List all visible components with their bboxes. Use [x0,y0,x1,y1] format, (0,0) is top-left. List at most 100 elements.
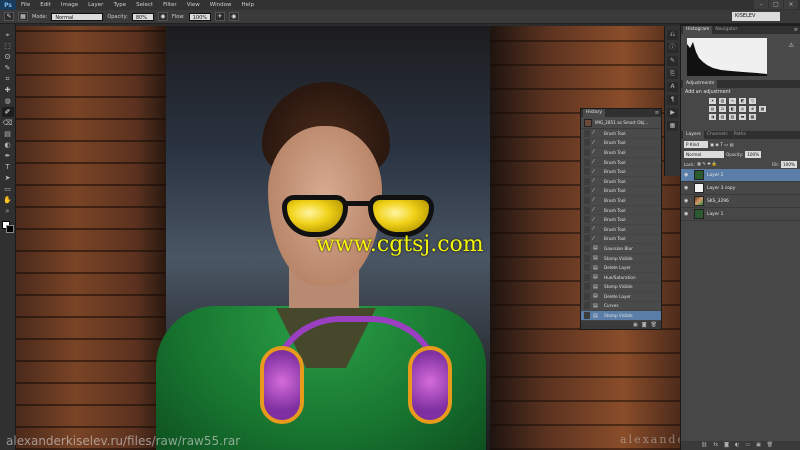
background-color-swatch[interactable] [6,225,14,233]
history-item[interactable]: ⁄ Brush Tool [581,225,661,235]
trash-icon[interactable]: 🗑 [651,321,657,329]
history-checkbox[interactable] [584,139,590,147]
history-item[interactable]: ▤ Gaussian Blur [581,244,661,254]
levels-icon[interactable]: ▥ [719,98,726,104]
brush-panel-icon[interactable]: ▦ [18,12,28,21]
filter-icons[interactable]: ▣ ◉ T ▭ ▤ [710,142,733,147]
layer-name[interactable]: Layer 3 copy [707,186,735,191]
menu-select[interactable]: Select [131,0,158,10]
tab-layers[interactable]: Layers [683,131,704,139]
threshold-icon[interactable]: ▨ [729,114,736,120]
history-item[interactable]: ⁄ Brush Tool [581,158,661,168]
history-checkbox[interactable] [584,312,590,320]
layer-kind-filter[interactable]: P Kind [684,140,708,148]
invert-icon[interactable]: ◑ [709,114,716,120]
history-item[interactable]: ▤ Delete Layer [581,292,661,302]
tab-channels[interactable]: Channels [704,131,731,139]
brush-tool-icon[interactable]: ✐ [1,107,14,117]
history-item[interactable]: ▤ Stamp Visible [581,254,661,264]
hue-saturation-icon[interactable]: ▤ [709,106,716,112]
airbrush-icon[interactable]: ✈ [214,12,225,21]
menu-type[interactable]: Type [108,0,131,10]
history-checkbox[interactable] [584,196,590,204]
brush-preset-icon[interactable]: ✎ [4,12,14,21]
menu-view[interactable]: View [182,0,205,10]
layer-row[interactable]: ◉ SKS_3296 [681,195,800,208]
history-item[interactable]: ⁄ Brush Tool [581,196,661,206]
curves-icon[interactable]: ∿ [729,98,736,104]
history-checkbox[interactable] [584,225,590,233]
eraser-tool-icon[interactable]: ⌫ [2,118,14,128]
brush-presets-icon[interactable]: ✎ [667,56,678,66]
info-panel-icon[interactable]: ⓘ [667,43,678,53]
eyedropper-tool-icon[interactable]: ✚ [2,85,14,95]
history-item[interactable]: ⁄ Brush Tool [581,206,661,216]
paragraph-panel-icon[interactable]: ¶ [667,95,678,105]
visibility-eye-icon[interactable]: ◉ [684,185,691,191]
lasso-tool-icon[interactable]: ʘ [2,52,14,62]
trash-icon[interactable]: 🗑 [767,441,773,450]
vibrance-icon[interactable]: ▽ [749,98,756,104]
menu-layer[interactable]: Layer [83,0,108,10]
panel-menu-icon[interactable]: ≡ [794,27,798,33]
flow-field[interactable]: 100% [188,12,211,21]
layer-row[interactable]: ◉ Layer 1 [681,208,800,221]
history-checkbox[interactable] [584,292,590,300]
character-panel-icon[interactable]: A [667,82,678,92]
history-checkbox[interactable] [584,302,590,310]
history-item[interactable]: ⁄ Brush Tool [581,129,661,139]
layer-name[interactable]: SKS_3296 [707,199,729,204]
history-item[interactable]: ▤ Delete Layer [581,263,661,273]
menu-filter[interactable]: Filter [158,0,182,10]
crop-tool-icon[interactable]: ⌗ [2,74,14,84]
close-icon[interactable]: × [784,0,798,9]
tab-history[interactable]: History [583,109,606,117]
photo-filter-icon[interactable]: ◎ [739,106,746,112]
history-checkbox[interactable] [584,187,590,195]
brightness-icon[interactable]: ☀ [709,98,716,104]
history-checkbox[interactable] [584,283,590,291]
history-checkbox[interactable] [584,129,590,137]
history-checkbox[interactable] [584,235,590,243]
move-tool-icon[interactable]: ⌖ [2,30,14,40]
history-item[interactable]: ⁄ Brush Tool [581,187,661,197]
tab-paths[interactable]: Paths [731,131,749,139]
posterize-icon[interactable]: ▧ [719,114,726,120]
visibility-eye-icon[interactable]: ◉ [684,211,691,217]
tab-histogram[interactable]: Histogram [683,26,713,34]
new-adjustment-icon[interactable]: ◐ [735,441,739,450]
black-white-icon[interactable]: ◧ [729,106,736,112]
layer-row[interactable]: ◉ Layer 3 copy [681,182,800,195]
layer-opacity-field[interactable]: 100% [745,150,762,158]
new-document-icon[interactable]: ▣ [633,321,638,329]
new-group-icon[interactable]: ▭ [745,441,750,450]
tab-adjustments[interactable]: Adjustments [683,80,718,88]
history-checkbox[interactable] [584,264,590,272]
pressure-opacity-icon[interactable]: ◉ [157,12,168,21]
minimize-icon[interactable]: – [754,0,768,9]
hand-tool-icon[interactable]: ✋ [2,195,14,205]
history-checkbox[interactable] [584,216,590,224]
history-checkbox[interactable] [584,177,590,185]
history-checkbox[interactable] [584,206,590,214]
history-checkbox[interactable] [584,273,590,281]
history-item[interactable]: ▤ Curves [581,302,661,312]
color-balance-icon[interactable]: ⚖ [719,106,726,112]
history-item[interactable]: ▤ Stamp Visible [581,283,661,293]
path-select-tool-icon[interactable]: ➤ [2,173,14,183]
warning-icon[interactable]: ⚠ [789,42,794,49]
pressure-size-icon[interactable]: ◉ [228,12,239,21]
menu-help[interactable]: Help [236,0,259,10]
link-layers-icon[interactable]: ⛓ [701,441,707,450]
healing-tool-icon[interactable]: ◍ [2,96,14,106]
panel-menu-icon[interactable]: ≡ [655,110,659,116]
clone-source-icon[interactable]: ⎘ [667,69,678,79]
menu-window[interactable]: Window [205,0,237,10]
menu-file[interactable]: File [16,0,35,10]
history-snapshot[interactable]: IMG_2851 as Smart Obj... [581,117,661,129]
history-panel-icon[interactable]: ⎌ [667,30,678,40]
actions-panel-icon[interactable]: ▶ [667,108,678,118]
layer-row[interactable]: ◉ Layer 2 [681,169,800,182]
history-item[interactable]: ⁄ Brush Tool [581,139,661,149]
workspace-select[interactable]: KISELEV [732,12,780,21]
